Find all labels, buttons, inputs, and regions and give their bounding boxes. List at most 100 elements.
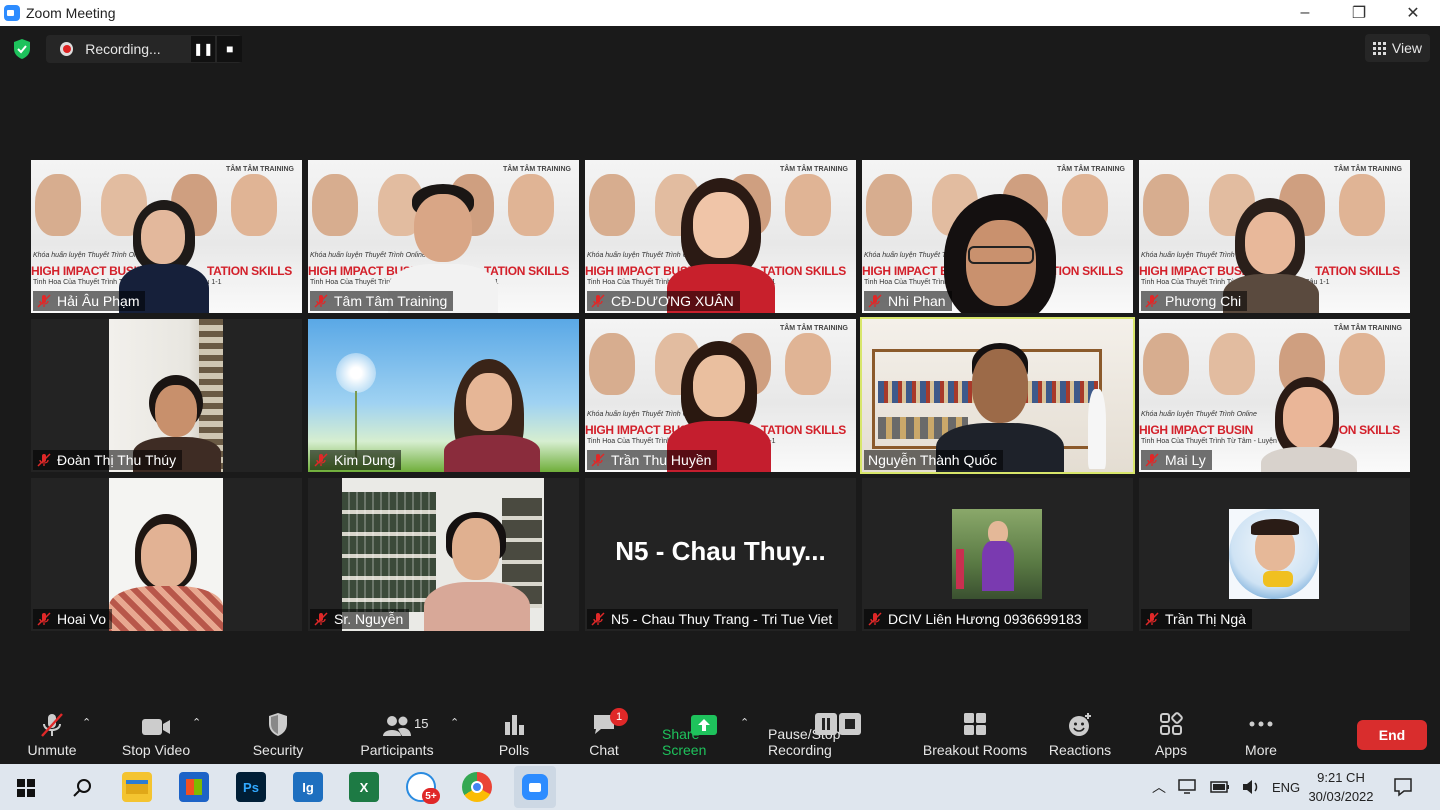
zalo-icon[interactable]: 5+ <box>406 772 440 804</box>
windows-start-icon[interactable] <box>17 779 35 797</box>
chat-button[interactable]: 1 Chat <box>584 706 628 764</box>
share-screen-icon <box>691 715 717 735</box>
participant-name: DCIV Liên Hương 0936699183 <box>888 611 1082 627</box>
polls-label: Polls <box>498 742 530 758</box>
participant-name: Nguyễn Thành Quốc <box>868 452 997 468</box>
video-tile[interactable]: TÂM TÂM TRAINING Khóa huấn luyện Thuyết … <box>31 160 302 313</box>
ig-app-icon[interactable]: Ig <box>293 772 323 802</box>
system-clock[interactable]: 9:21 CH 30/03/2022 <box>1296 768 1386 806</box>
banner-headline-right: TATION SKILLS <box>761 423 846 437</box>
video-tile[interactable]: N5 - Chau Thuy... N5 - Chau Thuy Trang -… <box>585 478 856 631</box>
muted-mic-icon <box>591 294 605 308</box>
reactions-button[interactable]: Reactions <box>1048 706 1112 764</box>
chat-unread-badge: 1 <box>610 708 628 726</box>
video-tile[interactable]: TÂM TÂM TRAINING Khóa huấn luyện Thuyết … <box>585 319 856 472</box>
breakout-rooms-button[interactable]: Breakout Rooms <box>922 706 1028 764</box>
participant-video <box>109 478 223 631</box>
muted-mic-icon <box>868 612 882 626</box>
participants-options-caret-icon[interactable]: ⌃ <box>450 716 459 729</box>
maximize-button[interactable]: ❐ <box>1332 0 1386 26</box>
video-tile-active-speaker[interactable]: Nguyễn Thành Quốc <box>860 317 1135 474</box>
participant-nametag: DCIV Liên Hương 0936699183 <box>864 609 1088 629</box>
participant-nametag: Đoàn Thị Thu Thúy <box>33 450 183 470</box>
end-meeting-button[interactable]: End <box>1357 720 1427 750</box>
view-button[interactable]: View <box>1364 34 1430 62</box>
stop-video-button[interactable]: Stop Video <box>118 706 194 764</box>
glasses <box>968 246 1034 264</box>
participant-name: Hải Âu Phạm <box>57 293 140 309</box>
muted-mic-icon <box>1145 453 1159 467</box>
muted-mic-icon <box>1145 294 1159 308</box>
participant-nametag: Tâm Tâm Training <box>310 291 454 311</box>
tray-overflow-icon[interactable]: ︿ <box>1152 777 1166 797</box>
banner-headline-left: HIGH IMPACT BUSIN <box>1139 264 1254 278</box>
participants-count: 15 <box>414 716 429 731</box>
video-tile[interactable]: Kim Dung <box>308 319 579 472</box>
recording-indicator: Recording... ❚❚ ■ <box>46 35 242 63</box>
video-tile[interactable]: TÂM TÂM TRAINING Khóa huấn luyện Thuyết … <box>585 160 856 313</box>
banner-logo: TÂM TÂM TRAINING <box>779 325 848 332</box>
video-options-caret-icon[interactable]: ⌃ <box>192 716 201 729</box>
stop-recording-button[interactable]: ■ <box>217 36 242 62</box>
participant-nametag: N5 - Chau Thuy Trang - Tri Tue Viet <box>587 609 839 629</box>
participant-nametag: Mai Ly <box>1141 450 1212 470</box>
chrome-icon[interactable] <box>462 772 492 802</box>
meeting-controls: Unmute ⌃ Stop Video ⌃ Security 15 Partic… <box>0 706 1440 764</box>
banner-subtitle: Khóa huấn luyện Thuyết Trình Online <box>1141 411 1257 418</box>
minimize-button[interactable]: – <box>1278 0 1332 26</box>
participant-name: N5 - Chau Thuy Trang - Tri Tue Viet <box>611 611 833 627</box>
muted-mic-icon <box>314 453 328 467</box>
muted-mic-icon <box>314 612 328 626</box>
participant-nametag: Phương Chi <box>1141 291 1248 311</box>
battery-icon[interactable] <box>1210 781 1230 793</box>
notifications-icon[interactable] <box>1393 777 1413 797</box>
encryption-shield-icon[interactable] <box>12 38 32 60</box>
pause-recording-button[interactable]: ❚❚ <box>190 36 216 62</box>
excel-icon[interactable]: X <box>349 772 379 802</box>
unmute-button[interactable]: Unmute <box>22 706 82 764</box>
participants-button[interactable]: 15 Participants <box>358 706 436 764</box>
share-screen-button[interactable]: Share Screen <box>662 706 746 764</box>
security-button[interactable]: Security <box>248 706 308 764</box>
network-icon[interactable] <box>1178 779 1198 795</box>
video-tile[interactable]: Hoai Vo <box>31 478 302 631</box>
video-tile[interactable]: Sr. Nguyễn <box>308 478 579 631</box>
video-tile[interactable]: TÂM TÂM TRAINING Khóa huấn luyện Thuyết … <box>308 160 579 313</box>
video-tile[interactable]: TÂM TÂM TRAINING Khóa huấn luyện Thuyết … <box>1139 160 1410 313</box>
polls-button[interactable]: Polls <box>494 706 534 764</box>
participant-name: CĐ-DƯƠNG XUÂN <box>611 293 734 309</box>
muted-mic-icon <box>314 294 328 308</box>
volume-icon[interactable] <box>1242 779 1260 795</box>
participant-display-name: N5 - Chau Thuy... <box>615 536 826 566</box>
apps-icon <box>1160 712 1183 735</box>
banner-logo: TÂM TÂM TRAINING <box>779 166 848 173</box>
zoom-taskbar-icon[interactable] <box>514 766 556 808</box>
video-tile[interactable]: TÂM TÂM TRAINING Khóa huấn luyện Thuyết … <box>1139 319 1410 472</box>
pause-stop-recording-button[interactable]: Pause/Stop Recording <box>768 706 908 764</box>
polls-icon <box>505 715 524 735</box>
banner-headline-right: TATION SKILLS <box>761 264 846 278</box>
breakout-rooms-label: Breakout Rooms <box>922 742 1028 758</box>
photoshop-icon[interactable]: Ps <box>236 772 266 802</box>
share-options-caret-icon[interactable]: ⌃ <box>740 716 749 729</box>
video-tile[interactable]: Đoàn Thị Thu Thúy <box>31 319 302 472</box>
video-tile[interactable]: Trần Thị Ngà <box>1139 478 1410 631</box>
more-button[interactable]: More <box>1240 706 1282 764</box>
participant-name: Tâm Tâm Training <box>334 293 448 309</box>
video-camera-icon <box>142 719 170 735</box>
close-button[interactable]: ✕ <box>1386 0 1440 26</box>
video-tile[interactable]: DCIV Liên Hương 0936699183 <box>862 478 1133 631</box>
participant-nametag: CĐ-DƯƠNG XUÂN <box>587 291 740 311</box>
video-tile[interactable]: TÂM TÂM TRAINING Khóa huấn luyện Thuyết … <box>862 160 1133 313</box>
audio-options-caret-icon[interactable]: ⌃ <box>82 716 91 729</box>
clock-date: 30/03/2022 <box>1308 789 1374 804</box>
file-explorer-icon[interactable] <box>122 772 152 802</box>
apps-button[interactable]: Apps <box>1150 706 1192 764</box>
muted-mic-icon <box>591 453 605 467</box>
recording-dot-icon <box>60 42 74 56</box>
microsoft-store-icon[interactable] <box>179 772 209 802</box>
banner-logo: TÂM TÂM TRAINING <box>1333 166 1402 173</box>
search-icon[interactable] <box>72 778 92 798</box>
banner-headline-right: TATION SKILLS <box>1315 264 1400 278</box>
participant-name: Kim Dung <box>334 452 396 468</box>
